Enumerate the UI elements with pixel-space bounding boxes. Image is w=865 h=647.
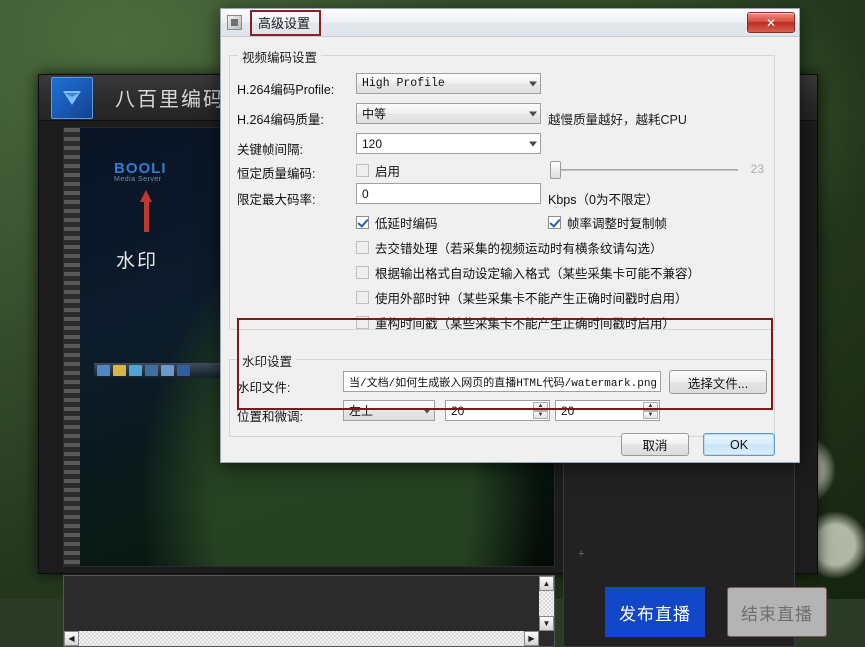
crf-enable-checkbox-row[interactable]: 启用 [356,161,400,180]
watermark-file-input[interactable]: 当/文档/如何生成嵌入网页的直播HTML代码/watermark.png [343,371,661,392]
crf-enable-checkbox[interactable] [356,164,369,177]
watermark-file-value: 当/文档/如何生成嵌入网页的直播HTML代码/watermark.png [349,377,658,390]
watermark-position-label: 位置和微调: [237,410,303,424]
taskbar-icon [97,365,110,376]
dialog-title: 高级设置 [250,9,322,36]
ok-button[interactable]: OK [703,433,775,456]
checkbox-row-low-latency[interactable]: 低延时编码 [356,213,438,232]
external-clock-label: 使用外部时钟（某些采集卡不能产生正确时间戳时启用） [375,292,688,306]
watermark-offset-x-value: 20 [451,403,465,418]
quality-label: H.264编码质量: [237,113,324,127]
crf-label: 恒定质量编码: [237,167,316,181]
preview-brand-logo: BOOLI Media Server [114,160,167,183]
preview-ruler [64,128,80,566]
spinner-buttons[interactable]: ▲ ▼ [533,402,548,419]
duplicate-frame-label: 帧率调整时复制帧 [567,217,668,231]
checkbox-row-duplicate-frame[interactable]: 帧率调整时复制帧 [548,213,667,232]
scroll-left-icon[interactable]: ◀ [64,631,79,646]
stop-live-button[interactable]: 结束直播 [727,587,827,637]
deinterlace-label: 去交错处理（若采集的视频运动时有横条纹请勾选） [375,242,663,256]
watermark-position-value: 左上 [349,404,374,418]
keyframe-combobox[interactable]: 120 [356,133,541,154]
video-encoding-group-title: 视频编码设置 [238,47,322,66]
taskbar-icon [177,365,190,376]
cancel-button[interactable]: 取消 [621,433,689,456]
spinner-buttons[interactable]: ▲ ▼ [643,402,658,419]
slider-thumb[interactable] [550,161,561,179]
dialog-titlebar: 高级设置 ✕ [221,9,799,37]
chevron-down-icon [529,111,537,116]
publish-live-button[interactable]: 发布直播 [605,587,705,637]
keyframe-value: 120 [362,136,383,151]
app-logo-icon [51,76,93,119]
profile-combobox[interactable]: High Profile [356,73,541,94]
slider-track [555,169,738,171]
window-icon [227,15,242,30]
checkbox-row-external-clock[interactable]: 使用外部时钟（某些采集卡不能产生正确时间戳时启用） [356,288,688,307]
keyframe-label: 关键帧间隔: [237,143,303,157]
watermark-offset-y-value: 20 [561,403,575,418]
spinner-down-icon[interactable]: ▼ [643,410,658,419]
taskbar-icon [145,365,158,376]
watermark-position-combobox[interactable]: 左上 [343,400,435,421]
log-vertical-scrollbar[interactable]: ▲ ▼ [539,576,554,631]
dialog-body: 视频编码设置 H.264编码Profile: High Profile H.26… [221,37,799,462]
quality-combobox[interactable]: 中等 [356,103,541,124]
slider-value: 23 [750,162,764,176]
maxbitrate-value: 0 [362,186,369,201]
rebuild-timestamp-checkbox[interactable] [356,316,369,329]
duplicate-frame-checkbox[interactable] [548,216,561,229]
external-clock-checkbox[interactable] [356,291,369,304]
maxbitrate-input[interactable]: 0 [356,183,541,204]
crf-enable-label: 启用 [375,165,401,179]
rebuild-timestamp-label: 重构时间戳（某些采集卡不能产生正确时间戳时启用） [375,317,676,331]
advanced-settings-dialog: 高级设置 ✕ 视频编码设置 H.264编码Profile: High Profi… [220,8,800,463]
checkbox-row-rebuild-timestamp[interactable]: 重构时间戳（某些采集卡不能产生正确时间戳时启用） [356,313,675,332]
watermark-offset-x-spinner[interactable]: 20 ▲ ▼ [445,400,550,421]
maxbitrate-unit: Kbps（0为不限定） [548,193,659,207]
chevron-down-icon [423,408,431,413]
watermark-offset-y-spinner[interactable]: 20 ▲ ▼ [555,400,660,421]
profile-value: High Profile [362,77,445,90]
dialog-close-button[interactable]: ✕ [747,12,795,33]
spinner-up-icon[interactable]: ▲ [533,402,548,411]
scroll-right-icon[interactable]: ▶ [524,631,539,646]
brand-line-1: BOOLI [114,160,167,177]
preview-watermark-label: 水印 [116,251,159,272]
spinner-up-icon[interactable]: ▲ [643,402,658,411]
browse-file-button[interactable]: 选择文件... [669,370,767,394]
maxbitrate-label: 限定最大码率: [237,193,316,207]
auto-input-format-label: 根据输出格式自动设定输入格式（某些采集卡可能不兼容） [375,267,701,281]
chevron-down-icon [529,81,537,86]
brand-line-2: Media Server [114,176,162,183]
quality-hint: 越慢质量越好，越耗CPU [548,113,687,127]
watermark-file-label: 水印文件: [237,381,291,395]
watermark-group-title: 水印设置 [238,351,297,370]
deinterlace-checkbox[interactable] [356,241,369,254]
log-text [66,578,538,630]
spinner-down-icon[interactable]: ▼ [533,410,548,419]
profile-label: H.264编码Profile: [237,83,335,97]
scroll-down-icon[interactable]: ▼ [539,616,554,631]
crf-quality-slider[interactable]: 23 [546,159,764,180]
taskbar-icon [113,365,126,376]
log-console[interactable]: ▲ ▼ ◀ ▶ [63,575,555,647]
checkbox-row-auto-input-format[interactable]: 根据输出格式自动设定输入格式（某些采集卡可能不兼容） [356,263,700,282]
auto-input-format-checkbox[interactable] [356,266,369,279]
chevron-down-icon [529,141,537,146]
low-latency-label: 低延时编码 [375,217,438,231]
taskbar-icon [129,365,142,376]
checkbox-row-deinterlace[interactable]: 去交错处理（若采集的视频运动时有横条纹请勾选） [356,238,663,257]
taskbar-icon [161,365,174,376]
log-horizontal-scrollbar[interactable]: ◀ ▶ [64,631,539,646]
low-latency-checkbox[interactable] [356,216,369,229]
scroll-up-icon[interactable]: ▲ [539,576,554,591]
quality-value: 中等 [362,107,387,121]
